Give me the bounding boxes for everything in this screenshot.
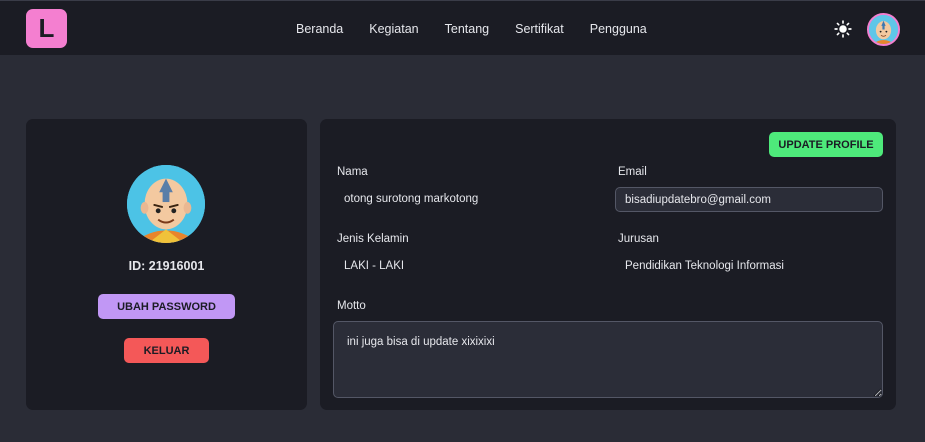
logout-button[interactable]: KELUAR [124,338,209,363]
user-id: ID: 21916001 [128,259,205,273]
motto-label: Motto [337,300,366,312]
profile-form: UPDATE PROFILE Nama otong surotong marko… [320,119,896,410]
user-avatar-icon [127,165,205,243]
motto-field[interactable]: ini juga bisa di update xixixixi [333,321,883,398]
logo[interactable]: L [26,9,67,48]
nav-link-sertifikat[interactable]: Sertifikat [515,22,564,36]
gender-value: LAKI - LAKI [344,260,405,272]
profile-card: ID: 21916001 UBAH PASSWORD KELUAR [26,119,307,410]
major-value: Pendidikan Teknologi Informasi [625,260,784,272]
change-password-button[interactable]: UBAH PASSWORD [98,294,235,319]
nav-link-beranda[interactable]: Beranda [296,22,343,36]
email-field[interactable] [615,187,883,212]
nav-link-kegiatan[interactable]: Kegiatan [369,22,418,36]
nav-avatar[interactable] [867,13,900,46]
logo-letter: L [38,13,55,43]
gender-label: Jenis Kelamin [337,233,409,245]
name-value: otong surotong markotong [344,193,479,205]
nav-link-pengguna[interactable]: Pengguna [590,22,647,36]
major-label: Jurusan [618,233,659,245]
profile-avatar [127,165,205,243]
update-profile-button[interactable]: UPDATE PROFILE [769,132,883,157]
sun-icon [834,20,852,38]
name-label: Nama [337,166,368,178]
email-label: Email [618,166,647,178]
nav-link-tentang[interactable]: Tentang [445,22,489,36]
user-avatar-icon [869,15,898,44]
nav-links: Beranda Kegiatan Tentang Sertifikat Peng… [296,1,647,56]
navbar: L Beranda Kegiatan Tentang Sertifikat Pe… [0,0,925,55]
theme-toggle[interactable] [831,17,855,41]
